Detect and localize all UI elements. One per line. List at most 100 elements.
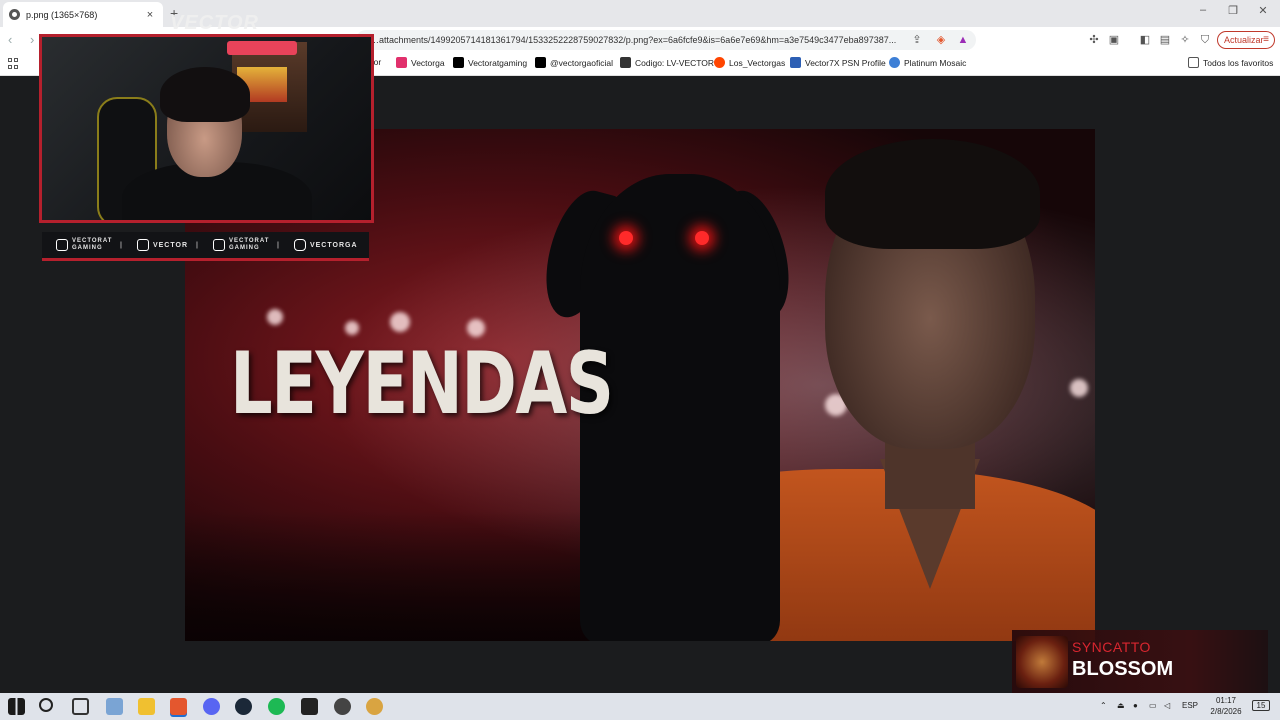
search-icon[interactable]	[39, 698, 53, 712]
streamer-hair	[160, 67, 250, 122]
bookmark-item[interactable]: Platinum Mosaic	[889, 57, 966, 68]
reddit-icon	[714, 57, 725, 68]
bookmark-item[interactable]: Vectoratgaming	[453, 57, 527, 68]
separator: |	[120, 241, 123, 249]
social-label: VECTORGA	[309, 241, 358, 249]
explorer-app-icon[interactable]	[106, 698, 123, 715]
screenshot-icon[interactable]: ▣	[1107, 33, 1121, 47]
usb-icon[interactable]: ⏏	[1117, 701, 1125, 710]
extensions-icon[interactable]: ✣	[1087, 33, 1101, 47]
bookmark-label: Codigo: LV-VECTOR	[635, 57, 715, 68]
volume-icon[interactable]: ◁	[1164, 701, 1170, 710]
webcam-overlay	[39, 34, 374, 223]
social-label: VECTORAT GAMING	[72, 238, 113, 251]
social-label: VECTOR	[152, 241, 189, 249]
separator: |	[196, 241, 199, 249]
tiktok-icon	[535, 57, 546, 68]
folder-icon	[1188, 57, 1199, 68]
social-youtube: VECTORAT GAMING |	[56, 238, 131, 252]
rewards-icon[interactable]: ▲	[956, 33, 970, 47]
social-twitch: VECTOR |	[136, 239, 207, 251]
social-instagram: VECTORGA	[293, 239, 358, 251]
tab-title: p.png (1365×768)	[26, 9, 98, 20]
notifications-button[interactable]: 15	[1252, 700, 1270, 711]
apps-grid-icon[interactable]	[8, 58, 19, 69]
twitch-icon	[136, 239, 149, 251]
vpn-shield-icon[interactable]: ⛉	[1198, 33, 1212, 47]
dog-red-eye	[695, 231, 709, 245]
browser-tab[interactable]: p.png (1365×768) ×	[3, 2, 163, 27]
all-favorites-folder[interactable]: Todos los favoritos	[1188, 57, 1273, 68]
windows-start-icon[interactable]	[8, 698, 25, 715]
dog-red-eye	[619, 231, 633, 245]
taskbar: ⌃ ⏏ ● ▭ ◁ ESP 01:17 2/8/2026 15	[0, 693, 1280, 720]
bookmark-label: Vectoratgaming	[468, 57, 528, 68]
globe-icon	[9, 9, 20, 20]
folder-app-icon[interactable]	[138, 698, 155, 715]
track-title: BLOSSOM	[1072, 658, 1174, 680]
app-icon[interactable]	[366, 698, 383, 715]
code-icon	[620, 57, 631, 68]
youtube-icon	[56, 239, 68, 251]
bookmark-item[interactable]: @vectorgaoficial	[535, 57, 613, 68]
amd-app-icon[interactable]	[301, 698, 318, 715]
vector-logo: VECTOR	[170, 12, 259, 34]
album-cover	[1016, 636, 1068, 688]
clock-time[interactable]: 01:17	[1208, 696, 1244, 705]
share-icon[interactable]: ⇪	[910, 33, 924, 47]
spotify-app-icon[interactable]	[268, 698, 285, 715]
bookmark-label: @vectorgaoficial	[550, 57, 613, 68]
separator: |	[276, 241, 280, 249]
thumbnail-title: LEYENDAS	[230, 334, 614, 434]
bookmark-label: Los_Vectorgas	[729, 57, 786, 68]
bookmark-label: Vectorga	[411, 57, 445, 68]
update-label: Actualizar	[1224, 35, 1264, 45]
tray-chevron-icon[interactable]: ⌃	[1100, 701, 1107, 710]
social-twitter: VECTORAT GAMING |	[212, 238, 288, 252]
trophy-icon	[889, 57, 900, 68]
instagram-icon	[293, 239, 306, 251]
brave-shield-icon[interactable]: ◈	[934, 33, 948, 47]
task-view-icon[interactable]	[72, 698, 89, 715]
bookmark-item[interactable]: Los_Vectorgas	[714, 57, 785, 68]
steam-app-icon[interactable]	[235, 698, 252, 715]
bookmark-label: Platinum Mosaic	[904, 57, 967, 68]
neon-sign	[227, 41, 297, 55]
now-playing-widget: SYNCATTO BLOSSOM	[1012, 630, 1268, 693]
obs-app-icon[interactable]	[334, 698, 351, 715]
wallet-icon[interactable]: ▤	[1158, 33, 1172, 47]
microphone-icon[interactable]: ●	[1133, 701, 1138, 710]
clock-date[interactable]: 2/8/2026	[1204, 707, 1248, 716]
discord-app-icon[interactable]	[203, 698, 220, 715]
sidebar-icon[interactable]: ◧	[1138, 33, 1152, 47]
instagram-icon	[396, 57, 407, 68]
bookmark-label: Vector7X PSN Profile	[805, 57, 886, 68]
bookmark-item[interactable]: Vector7X PSN Profile	[790, 57, 886, 68]
psn-icon	[790, 57, 801, 68]
brave-app-icon[interactable]	[170, 698, 187, 715]
social-label: VECTORAT GAMING	[228, 238, 270, 251]
address-bar[interactable]: …attachments/1499205714181361794/1533252…	[356, 30, 976, 50]
bokeh-light	[345, 321, 359, 335]
x-icon	[453, 57, 464, 68]
back-arrow-icon[interactable]: ‹	[8, 32, 12, 47]
forward-arrow-icon[interactable]: ›	[30, 32, 34, 47]
bokeh-light	[267, 309, 283, 325]
social-bar: VECTORAT GAMING | VECTOR | VECTORAT GAMI…	[42, 232, 369, 261]
bookmark-label: Todos los favoritos	[1203, 57, 1274, 68]
tab-close-button[interactable]: ×	[143, 9, 157, 21]
twitter-icon	[212, 239, 225, 251]
bookmark-item[interactable]: Codigo: LV-VECTOR	[620, 57, 714, 68]
network-icon[interactable]: ▭	[1149, 701, 1157, 710]
bokeh-light	[1070, 379, 1088, 397]
artist-name: SYNCATTO	[1072, 639, 1151, 655]
minimize-button[interactable]: –	[1188, 4, 1218, 16]
language-indicator[interactable]: ESP	[1182, 701, 1198, 710]
update-button[interactable]: Actualizar ≡	[1217, 31, 1275, 49]
hamburger-menu-icon: ≡	[1263, 34, 1269, 45]
maximize-button[interactable]: ❐	[1218, 4, 1248, 17]
bookmark-item[interactable]: Vectorga	[396, 57, 445, 68]
leo-ai-icon[interactable]: ✧	[1178, 33, 1192, 47]
close-window-button[interactable]: ✕	[1248, 4, 1278, 17]
bokeh-light	[390, 312, 410, 332]
